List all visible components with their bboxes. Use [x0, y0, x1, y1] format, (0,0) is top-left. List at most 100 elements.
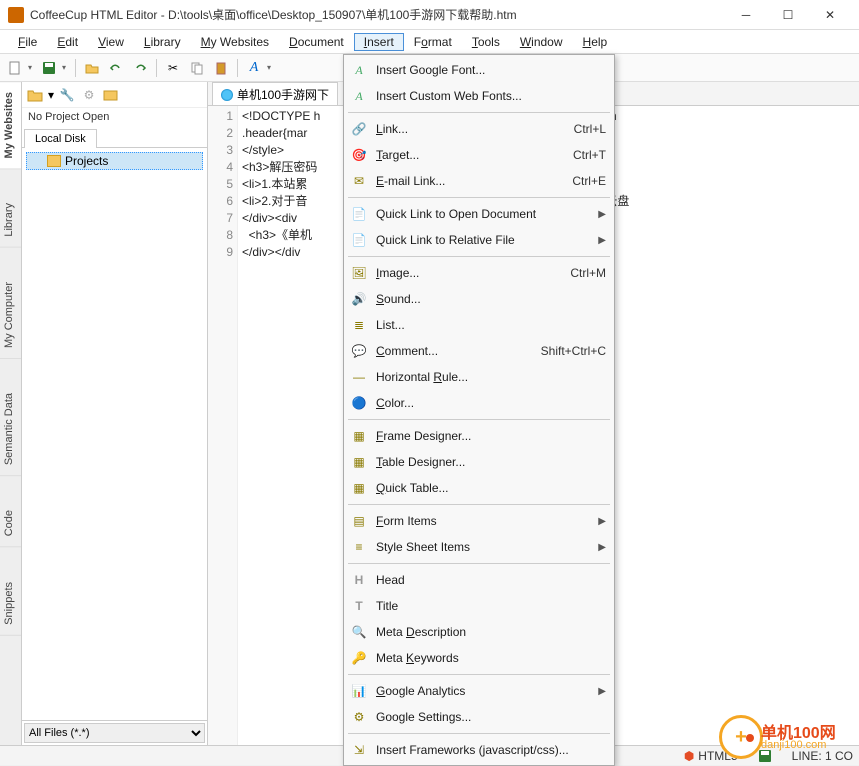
menu-item-table-designer[interactable]: ▦Table Designer... [346, 449, 612, 475]
menu-item-frame-designer[interactable]: ▦Frame Designer... [346, 423, 612, 449]
menu-insert[interactable]: Insert [354, 33, 404, 51]
menu-item-horizontal-rule[interactable]: —Horizontal Rule... [346, 364, 612, 390]
copy-icon[interactable] [186, 57, 208, 79]
sidetab-semantic-data[interactable]: Semantic Data [0, 383, 21, 476]
menu-edit[interactable]: Edit [47, 33, 88, 51]
open-icon[interactable] [81, 57, 103, 79]
menu-item-list[interactable]: ≣List... [346, 312, 612, 338]
menu-label: Table Designer... [370, 455, 606, 469]
sidetab-my-websites[interactable]: My Websites [0, 82, 21, 169]
menu-item-quick-link-to-relative-file[interactable]: 📄Quick Link to Relative File▶ [346, 227, 612, 253]
menu-separator [348, 733, 610, 734]
folder-open-icon[interactable] [26, 86, 44, 104]
table-icon: ▦ [348, 455, 370, 469]
menu-item-comment[interactable]: 💬Comment...Shift+Ctrl+C [346, 338, 612, 364]
sidetab-library[interactable]: Library [0, 193, 21, 248]
line-number: 6 [208, 193, 233, 210]
menu-item-title[interactable]: TTitle [346, 593, 612, 619]
menu-file[interactable]: File [8, 33, 47, 51]
no-project-label: No Project Open [22, 108, 207, 126]
menu-label: Form Items [370, 514, 592, 528]
menu-item-quick-table[interactable]: ▦Quick Table... [346, 475, 612, 501]
undo-icon[interactable] [105, 57, 127, 79]
menu-help[interactable]: Help [573, 33, 618, 51]
ie-icon [221, 89, 233, 101]
menu-item-style-sheet-items[interactable]: ≡Style Sheet Items▶ [346, 534, 612, 560]
dropdown-icon[interactable]: ▾ [48, 88, 54, 102]
menu-format[interactable]: Format [404, 33, 462, 51]
doctype-segment: ⬢ HTML5 [684, 749, 738, 763]
menu-label: List... [370, 318, 606, 332]
new-file-icon[interactable] [4, 57, 26, 79]
folder-icon[interactable] [102, 86, 120, 104]
file-filter-select[interactable]: All Files (*.*) [24, 723, 205, 743]
link-icon: 🔗 [348, 122, 370, 136]
save-icon[interactable] [38, 57, 60, 79]
shortcut-label: Ctrl+M [570, 266, 606, 280]
t-icon: T [348, 599, 370, 613]
tree-item-projects[interactable]: Projects [26, 152, 203, 170]
redo-icon[interactable] [129, 57, 151, 79]
menu-separator [348, 256, 610, 257]
separator [75, 59, 76, 77]
menu-item-head[interactable]: HHead [346, 567, 612, 593]
dropdown-icon[interactable]: ▾ [28, 63, 36, 72]
line-number: 1 [208, 108, 233, 125]
menu-separator [348, 112, 610, 113]
sidetab-icon [3, 552, 19, 568]
wrench-icon[interactable]: 🔧 [58, 86, 76, 104]
dropdown-icon[interactable]: ▾ [267, 63, 275, 72]
menu-item-insert-custom-web-fonts[interactable]: AInsert Custom Web Fonts... [346, 83, 612, 109]
dropdown-icon[interactable]: ▾ [62, 63, 70, 72]
menu-item-form-items[interactable]: ▤Form Items▶ [346, 508, 612, 534]
tab-local-disk[interactable]: Local Disk [24, 129, 97, 148]
maximize-button[interactable]: ☐ [767, 2, 809, 28]
line-number: 3 [208, 142, 233, 159]
menu-item-e-mail-link[interactable]: ✉E-mail Link...Ctrl+E [346, 168, 612, 194]
sidetab-my-computer[interactable]: My Computer [0, 272, 21, 359]
menu-item-google-analytics[interactable]: 📊Google Analytics▶ [346, 678, 612, 704]
menu-item-google-settings[interactable]: ⚙Google Settings... [346, 704, 612, 730]
cut-icon[interactable]: ✂ [162, 57, 184, 79]
email-icon: ✉ [348, 174, 370, 188]
sidetab-code[interactable]: Code [0, 500, 21, 547]
separator [237, 59, 238, 77]
minimize-button[interactable]: ─ [725, 2, 767, 28]
menu-library[interactable]: Library [134, 33, 191, 51]
sidetab-snippets[interactable]: Snippets [0, 572, 21, 636]
project-tree[interactable]: Projects [22, 148, 207, 720]
form-icon: ▤ [348, 514, 370, 528]
close-button[interactable]: ✕ [809, 2, 851, 28]
sidetab-icon [3, 252, 19, 268]
menu-label: Meta Keywords [370, 651, 606, 665]
menu-item-target[interactable]: 🎯Target...Ctrl+T [346, 142, 612, 168]
key-icon: 🔑 [348, 651, 370, 665]
menu-label: Insert Custom Web Fonts... [370, 89, 606, 103]
menu-item-sound[interactable]: 🔊Sound... [346, 286, 612, 312]
menu-item-meta-description[interactable]: 🔍Meta Description [346, 619, 612, 645]
menu-label: Link... [370, 122, 574, 136]
menu-item-meta-keywords[interactable]: 🔑Meta Keywords [346, 645, 612, 671]
paste-icon[interactable] [210, 57, 232, 79]
target-icon: 🎯 [348, 148, 370, 162]
menu-tools[interactable]: Tools [462, 33, 510, 51]
menu-item-link[interactable]: 🔗Link...Ctrl+L [346, 116, 612, 142]
menu-separator [348, 504, 610, 505]
shortcut-label: Shift+Ctrl+C [541, 344, 606, 358]
window-controls: ─ ☐ ✕ [725, 2, 851, 28]
menu-document[interactable]: Document [279, 33, 354, 51]
menu-item-image[interactable]: 🖼Image...Ctrl+M [346, 260, 612, 286]
menu-window[interactable]: Window [510, 33, 573, 51]
menu-item-color[interactable]: 🔵Color... [346, 390, 612, 416]
settings-icon[interactable]: ⚙ [80, 86, 98, 104]
menu-item-quick-link-to-open-document[interactable]: 📄Quick Link to Open Document▶ [346, 201, 612, 227]
line-number: 2 [208, 125, 233, 142]
menu-label: Style Sheet Items [370, 540, 592, 554]
menu-item-insert-frameworks-javascript-css[interactable]: ⇲Insert Frameworks (javascript/css)... [346, 737, 612, 763]
menu-view[interactable]: View [88, 33, 134, 51]
doctype-label: HTML5 [698, 749, 737, 763]
font-icon[interactable]: A [243, 57, 265, 79]
file-tab-active[interactable]: 单机100手游网下 [212, 82, 338, 105]
menu-my-websites[interactable]: My Websites [191, 33, 279, 51]
menu-item-insert-google-font[interactable]: AInsert Google Font... [346, 57, 612, 83]
